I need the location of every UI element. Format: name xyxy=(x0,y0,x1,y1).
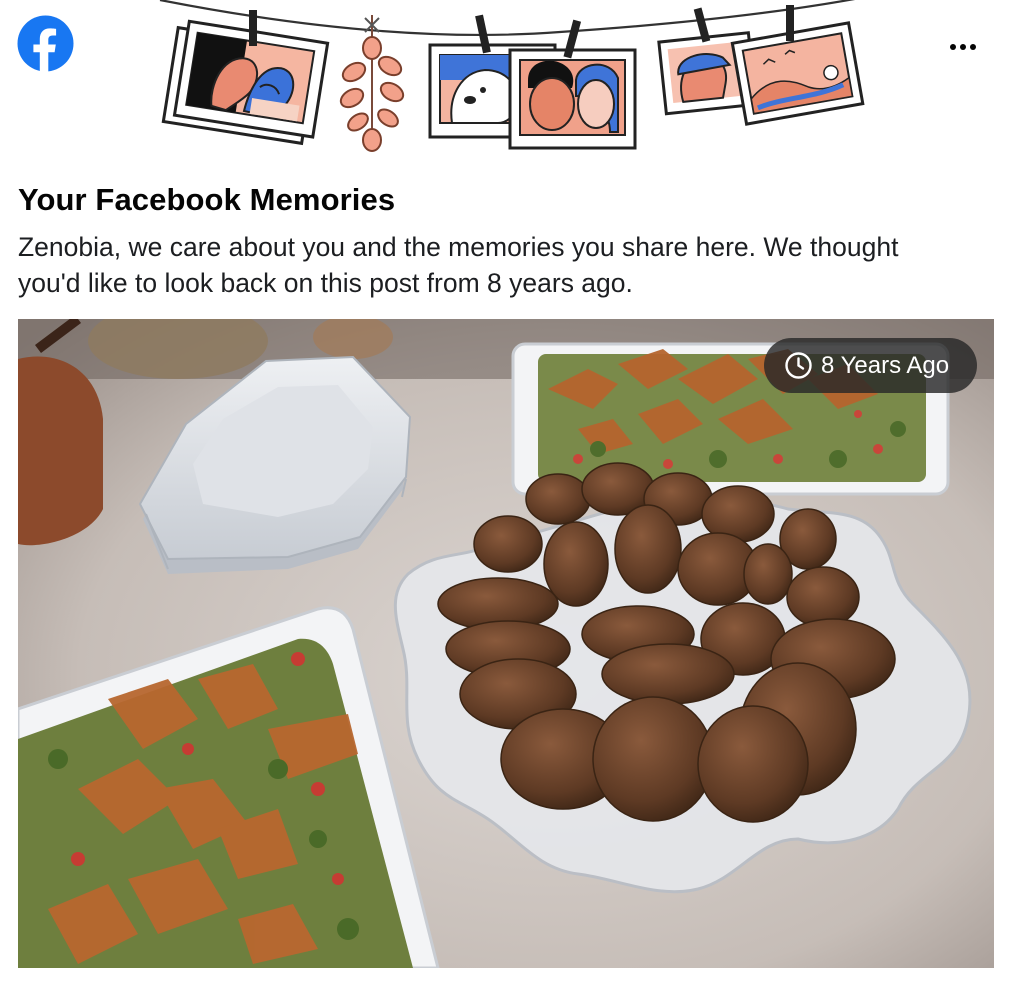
memories-message: Zenobia, we care about you and the memor… xyxy=(18,232,899,298)
clock-icon xyxy=(785,352,812,379)
memories-banner-illustration xyxy=(140,0,880,160)
memory-photo[interactable] xyxy=(18,319,994,968)
more-options-icon xyxy=(950,44,976,50)
facebook-logo-icon[interactable] xyxy=(17,15,74,72)
time-ago-label: 8 Years Ago xyxy=(821,351,950,379)
memories-title: Your Facebook Memories xyxy=(18,182,396,217)
more-options-button[interactable] xyxy=(940,30,986,64)
time-ago-badge: 8 Years Ago xyxy=(764,338,977,393)
